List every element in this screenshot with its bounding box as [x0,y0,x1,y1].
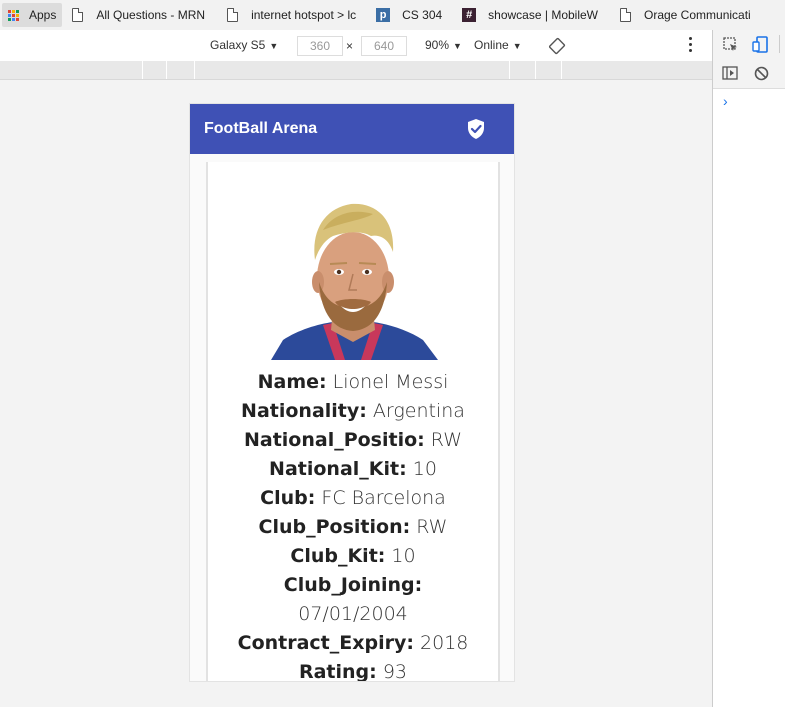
page-icon [225,8,239,22]
bookmark-cs304[interactable]: p CS 304 [370,3,448,27]
device-toolbar: Galaxy S5 ▼ 360 × 640 90% ▼ Online ▼ [0,30,712,62]
detail-rating: Rating: 93 [298,661,407,681]
page-icon [70,8,84,22]
page-icon [618,8,632,22]
bookmark-label: All Questions - MRN [96,8,206,22]
network-value: Online [474,38,509,52]
p-icon: p [376,8,391,22]
dropdown-arrow-icon: ▼ [269,41,279,51]
detail-club-joining-label: Club_Joining: [283,574,423,596]
bookmark-showcase[interactable]: # showcase | MobileW [456,3,604,27]
bookmark-internet-hotspot[interactable]: internet hotspot > lc [219,3,362,27]
bookmark-label: showcase | MobileW [488,8,598,22]
player-details: Name: Lionel Messi Nationality: Argentin… [208,368,498,681]
device-select[interactable]: Galaxy S5 ▼ [210,38,278,52]
detail-national-kit: National_Kit: 10 [269,458,437,480]
inspect-element-icon[interactable] [722,36,740,54]
media-query-ruler [0,61,712,80]
bookmark-label: internet hotspot > lc [251,8,357,22]
dimension-separator: × [346,39,354,53]
height-input[interactable]: 640 [361,36,407,56]
app-title: FootBall Arena [204,120,318,137]
bookmark-all-questions[interactable]: All Questions - MRN [64,3,211,27]
devtools-toolbar [713,30,785,60]
bookmark-apps[interactable]: Apps [2,3,63,27]
dropdown-arrow-icon: ▼ [453,41,462,51]
emulated-viewport: FootBall Arena Name: Lionel Messi Nation… [190,104,514,681]
devtools-panel: › [712,30,785,707]
detail-national-position: National_Positio: RW [243,429,463,451]
apps-icon [8,9,19,21]
width-input[interactable]: 360 [297,36,343,56]
detail-contract-expiry: Contract_Expiry: 2018 [237,632,469,654]
detail-club-joining-value: 07/01/2004 [298,603,408,625]
device-toggle-icon[interactable] [752,35,770,55]
console-prompt-icon[interactable]: › [723,93,728,109]
app-header: FootBall Arena [190,104,514,154]
bookmark-label: CS 304 [402,8,443,22]
player-card: Name: Lionel Messi Nationality: Argentin… [206,162,500,681]
detail-club: Club: FC Barcelona [260,487,446,509]
detail-club-position: Club_Position: RW [258,516,448,538]
player-photo [271,203,438,360]
bookmark-label: Apps [29,8,57,22]
clear-console-icon[interactable] [754,66,769,81]
verified-shield-icon[interactable] [466,118,486,140]
console-toolbar [713,59,785,89]
zoom-value: 90% [425,38,450,52]
detail-name: Name: Lionel Messi [257,371,449,393]
hash-icon: # [462,8,477,22]
device-name: Galaxy S5 [210,38,266,52]
bookmarks-bar: Apps All Questions - MRN internet hotspo… [0,0,785,31]
more-options-icon[interactable] [689,37,693,52]
network-select[interactable]: Online ▼ [474,38,522,52]
detail-nationality: Nationality: Argentina [241,400,465,422]
bookmark-orage[interactable]: Orage Communicati [612,3,757,27]
rotate-icon[interactable] [548,37,566,55]
zoom-select[interactable]: 90% ▼ [425,38,462,52]
detail-club-kit: Club_Kit: 10 [290,545,416,567]
dropdown-arrow-icon: ▼ [512,41,522,51]
bookmark-label: Orage Communicati [644,8,751,22]
sidebar-toggle-icon[interactable] [722,66,738,80]
